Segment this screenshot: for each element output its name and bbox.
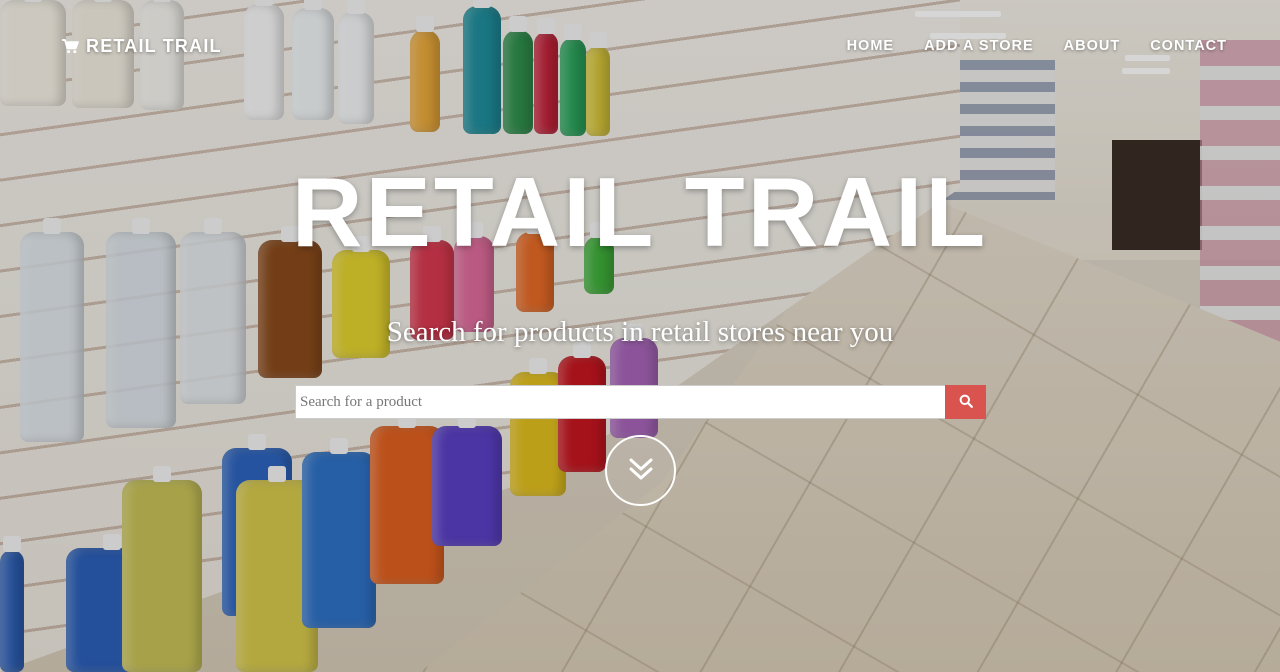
scroll-down-button[interactable] (605, 435, 676, 506)
hero-subtitle: Search for products in retail stores nea… (386, 316, 894, 348)
search-icon (959, 394, 973, 411)
brand-link[interactable]: RETAIL TRAIL (62, 36, 222, 57)
shopping-cart-icon (62, 39, 79, 54)
hero-title: RETAIL TRAIL (291, 157, 989, 267)
nav-menu: HOME ADD A STORE ABOUT CONTACT (847, 38, 1227, 54)
nav-home-link[interactable]: HOME (847, 38, 895, 54)
nav-about-link[interactable]: ABOUT (1064, 38, 1121, 54)
search-input[interactable] (295, 385, 945, 419)
nav-add-store-link[interactable]: ADD A STORE (924, 38, 1034, 54)
search-form (295, 385, 986, 419)
navbar: RETAIL TRAIL HOME ADD A STORE ABOUT CONT… (0, 0, 1280, 92)
brand-name: RETAIL TRAIL (86, 36, 222, 56)
search-button[interactable] (945, 385, 986, 419)
double-chevron-down-icon (628, 456, 654, 486)
nav-contact-link[interactable]: CONTACT (1150, 38, 1227, 54)
